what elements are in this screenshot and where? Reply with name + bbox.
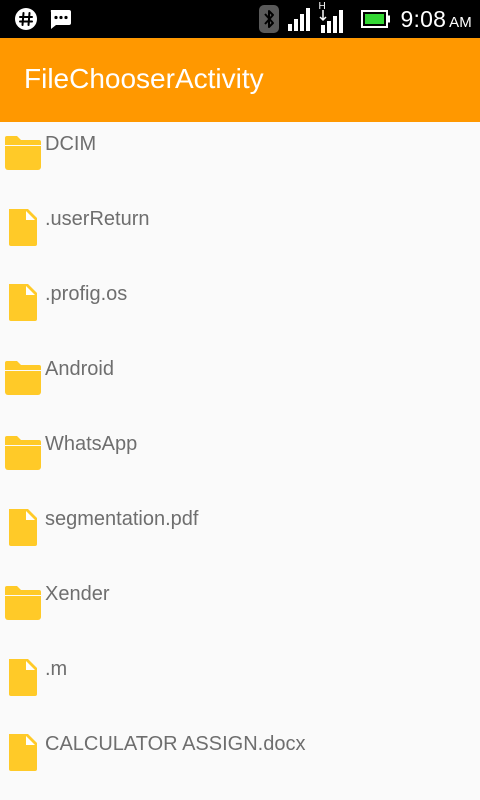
file-icon — [4, 657, 42, 697]
file-list-item[interactable]: Android — [0, 347, 480, 422]
data-signal-icon — [318, 10, 343, 33]
file-list-item[interactable]: DCIM — [0, 122, 480, 197]
system-status: H 9:08 AM — [258, 1, 472, 34]
hashtag-notification-icon — [15, 8, 37, 30]
notification-icons — [14, 7, 72, 31]
file-icon — [4, 732, 42, 772]
file-name-label: Xender — [45, 583, 110, 605]
app-bar: FileChooserActivity — [0, 38, 480, 122]
battery-icon — [360, 10, 390, 28]
status-bar: H 9:08 AM — [0, 0, 480, 38]
bluetooth-icon — [258, 5, 279, 33]
message-notification-icon — [50, 10, 71, 29]
file-list-item[interactable]: Xender — [0, 572, 480, 647]
file-icon — [4, 207, 42, 247]
file-list-item[interactable]: segmentation.pdf — [0, 497, 480, 572]
file-list-item[interactable]: CALCULATOR ASSIGN.docx — [0, 722, 480, 797]
file-name-label: .m — [45, 658, 68, 680]
file-name-label: CALCULATOR ASSIGN.docx — [45, 733, 306, 755]
status-clock: 9:08 AM — [401, 6, 472, 33]
folder-icon — [4, 432, 42, 472]
file-icon — [4, 507, 42, 547]
file-list: DCIM .userReturn .profig.os Android WhatsApp… — [0, 122, 480, 797]
file-name-label: WhatsApp — [45, 433, 138, 455]
network-type-indicator: H — [318, 1, 347, 34]
file-list-item[interactable]: WhatsApp — [0, 422, 480, 497]
file-name-label: Android — [45, 358, 114, 380]
file-icon — [4, 282, 42, 322]
file-name-label: DCIM — [45, 133, 97, 155]
file-list-item[interactable]: .userReturn — [0, 197, 480, 272]
signal-strength-icon — [287, 8, 310, 31]
app-title: FileChooserActivity — [24, 63, 264, 94]
file-list-item[interactable]: .profig.os — [0, 272, 480, 347]
file-name-label: .userReturn — [45, 208, 150, 230]
file-name-label: segmentation.pdf — [45, 508, 199, 530]
file-list-item[interactable]: .m — [0, 647, 480, 722]
folder-icon — [4, 357, 42, 397]
folder-icon — [4, 582, 42, 622]
clock-ampm: AM — [449, 13, 472, 31]
file-name-label: .profig.os — [45, 283, 128, 305]
clock-time: 9:08 — [400, 5, 447, 32]
folder-icon — [4, 132, 42, 172]
